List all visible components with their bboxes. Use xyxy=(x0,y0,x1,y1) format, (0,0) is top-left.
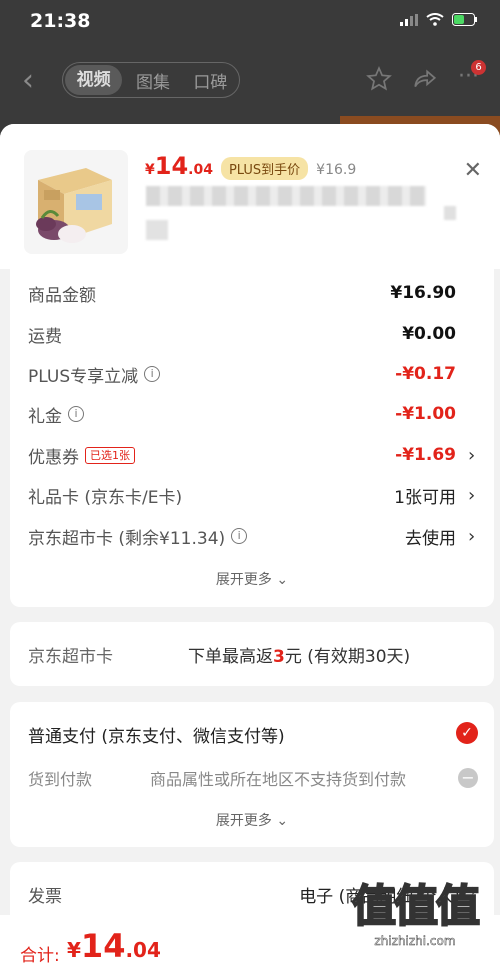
price-symbol: ¥ xyxy=(145,162,155,178)
chevron-right-icon: › xyxy=(468,444,476,466)
cod-unavailable-note: 商品属性或所在地区不支持货到付款 xyxy=(150,770,407,789)
total-label: 合计: xyxy=(20,946,60,966)
chevron-down-icon: ⌄ xyxy=(276,572,289,588)
share-icon[interactable] xyxy=(412,66,438,92)
fee-breakdown-card: 商品金额 ¥16.90 运费 ¥0.00 PLUS专享立减 i -¥0.17 礼金… xyxy=(10,269,494,607)
info-icon[interactable]: i xyxy=(231,528,248,544)
star-icon[interactable] xyxy=(366,66,392,92)
rebate-prefix: 下单最高返 xyxy=(188,647,273,667)
fee-label: 商品金额 xyxy=(28,285,96,306)
status-bar: 21:38 xyxy=(0,0,500,44)
chevron-down-icon: ⌄ xyxy=(276,813,289,829)
fee-value: 去使用 xyxy=(405,528,456,549)
top-nav: ‹ 视频 图集 口碑 ··· 6 xyxy=(0,60,500,102)
blurred-title xyxy=(146,186,426,206)
disabled-icon: − xyxy=(458,768,478,788)
product-image xyxy=(24,150,128,254)
rebate-amount: 3 xyxy=(273,647,285,667)
more-button[interactable]: ··· 6 xyxy=(458,60,488,92)
plus-price-tag: PLUS到手价 xyxy=(220,157,309,180)
message-badge: 6 xyxy=(471,60,486,75)
fee-label: 优惠券 xyxy=(28,447,79,468)
site-watermark: 值值值 zhizhizhi.com xyxy=(340,870,490,948)
close-icon[interactable]: ✕ xyxy=(464,158,482,183)
fee-row-plus-discount: PLUS专享立减 i -¥0.17 xyxy=(28,360,478,388)
watermark-url: zhizhizhi.com xyxy=(374,934,456,949)
price-row: ¥14.04 PLUS到手价 ¥16.9 xyxy=(145,152,356,180)
price-decimal: .04 xyxy=(188,162,213,178)
fee-label: 京东超市卡 (剩余¥11.34) xyxy=(28,528,226,549)
expand-more-payment[interactable]: 展开更多 ⌄ xyxy=(10,810,494,830)
payment-card: 普通支付 (京东支付、微信支付等) ✓ 货到付款 商品属性或所在地区不支持货到付… xyxy=(10,702,494,847)
battery-icon xyxy=(452,13,477,26)
invoice-label: 发票 xyxy=(28,887,62,907)
fee-row-gift-money: 礼金 i -¥1.00 xyxy=(28,400,478,428)
supermarket-card-promo: 京东超市卡 下单最高返3元 (有效期30天) xyxy=(10,622,494,686)
fee-row-coupon[interactable]: 优惠券 已选1张 -¥1.69 › xyxy=(28,441,478,469)
tab-gallery[interactable]: 图集 xyxy=(124,68,181,93)
blurred-title-end xyxy=(444,206,456,220)
fee-value: 1张可用 xyxy=(394,487,456,508)
fee-value: ¥16.90 xyxy=(390,283,456,303)
back-icon[interactable]: ‹ xyxy=(22,66,34,96)
expand-more-fees[interactable]: 展开更多 ⌄ xyxy=(10,569,494,589)
check-icon[interactable]: ✓ xyxy=(456,722,478,744)
fee-value: -¥1.69 xyxy=(395,445,456,465)
total-amount: ¥14.04 xyxy=(67,927,161,965)
total-symbol: ¥ xyxy=(67,938,81,962)
checkout-sheet: ¥14.04 PLUS到手价 ¥16.9 ✕ 商品金额 ¥16.90 运费 ¥0… xyxy=(0,124,500,970)
fee-row-goods: 商品金额 ¥16.90 xyxy=(28,279,478,307)
fee-label: PLUS专享立减 xyxy=(28,366,139,387)
fee-value: -¥0.17 xyxy=(395,364,456,384)
fee-row-shipping: 运费 ¥0.00 xyxy=(28,320,478,348)
blurred-title-line2 xyxy=(146,220,168,240)
fee-value: -¥1.00 xyxy=(395,404,456,424)
expand-label: 展开更多 xyxy=(215,813,272,829)
fee-label: 礼品卡 (京东卡/E卡) xyxy=(28,487,183,508)
wifi-icon xyxy=(426,13,444,26)
status-time: 21:38 xyxy=(30,10,91,32)
chevron-right-icon: › xyxy=(468,484,476,506)
supermarket-label: 京东超市卡 xyxy=(28,647,113,667)
info-icon[interactable]: i xyxy=(68,406,84,422)
total-integer: 14 xyxy=(80,927,126,965)
status-icons xyxy=(400,13,478,26)
nav-actions: ··· 6 xyxy=(366,60,488,92)
rebate-suffix: 元 (有效期30天) xyxy=(284,647,411,667)
supermarket-rebate: 下单最高返3元 (有效期30天) xyxy=(188,642,410,667)
original-price: ¥16.9 xyxy=(316,162,357,178)
chevron-right-icon: › xyxy=(468,525,476,547)
expand-label: 展开更多 xyxy=(215,572,272,588)
fee-value: ¥0.00 xyxy=(402,324,456,344)
price-integer: 14 xyxy=(154,152,189,180)
watermark-logo: 值值值 xyxy=(351,880,481,933)
fee-row-gift-card[interactable]: 礼品卡 (京东卡/E卡) 1张可用 › xyxy=(28,481,478,509)
fee-row-supermarket-card[interactable]: 京东超市卡 (剩余¥11.34) i 去使用 › xyxy=(28,522,478,550)
current-price: ¥14.04 xyxy=(145,152,213,180)
fee-label: 礼金 xyxy=(28,406,62,427)
payment-option-cod: 货到付款 xyxy=(28,770,93,789)
tab-video[interactable]: 视频 xyxy=(65,65,123,95)
coupon-selected-tag: 已选1张 xyxy=(85,446,135,464)
media-tabs: 视频 图集 口碑 xyxy=(62,62,240,98)
total-decimal: .04 xyxy=(125,938,161,962)
signal-icon xyxy=(400,13,418,26)
tab-reviews[interactable]: 口碑 xyxy=(182,68,239,93)
info-icon[interactable]: i xyxy=(144,366,161,382)
fee-label: 运费 xyxy=(28,326,62,347)
payment-option-normal[interactable]: 普通支付 (京东支付、微信支付等) xyxy=(28,722,285,747)
product-header: ¥14.04 PLUS到手价 ¥16.9 ✕ xyxy=(0,124,500,269)
